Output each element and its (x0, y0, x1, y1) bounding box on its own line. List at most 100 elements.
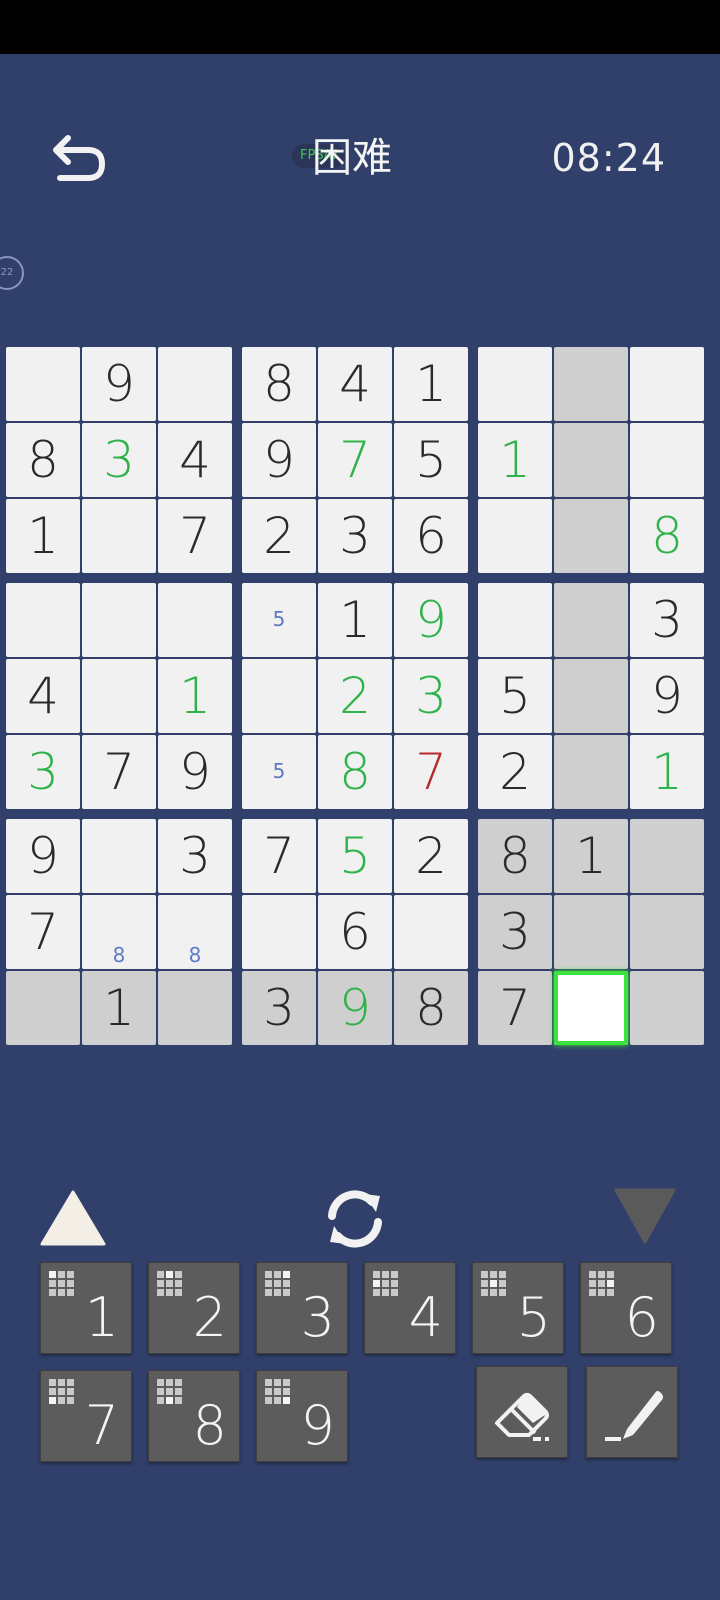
cell-r6c8[interactable] (554, 735, 628, 809)
cell-r2c5[interactable]: 7 (318, 423, 392, 497)
number-key-6[interactable]: 6 (580, 1262, 672, 1354)
down-button[interactable] (612, 1186, 678, 1248)
cell-r1c2[interactable]: 9 (82, 347, 156, 421)
cell-r7c8[interactable]: 1 (554, 819, 628, 893)
number-key-3[interactable]: 3 (256, 1262, 348, 1354)
cell-r6c9[interactable]: 1 (630, 735, 704, 809)
cell-r8c3[interactable]: 8 (158, 895, 232, 969)
number-key-7[interactable]: 7 (40, 1370, 132, 1462)
cell-r8c8[interactable] (554, 895, 628, 969)
cell-r1c8[interactable] (554, 347, 628, 421)
cell-digit: 5 (339, 827, 371, 885)
cell-r4c4[interactable]: 5 (242, 583, 316, 657)
cell-r5c6[interactable]: 3 (394, 659, 468, 733)
cell-r1c6[interactable]: 1 (394, 347, 468, 421)
cell-r4c7[interactable] (478, 583, 552, 657)
cell-r1c3[interactable] (158, 347, 232, 421)
number-key-8[interactable]: 8 (148, 1370, 240, 1462)
refresh-button[interactable] (320, 1186, 390, 1252)
cell-r7c3[interactable]: 3 (158, 819, 232, 893)
cell-digit: 7 (499, 979, 531, 1037)
cell-r7c1[interactable]: 9 (6, 819, 80, 893)
number-key-1[interactable]: 1 (40, 1262, 132, 1354)
mini-grid-icon (373, 1271, 398, 1296)
cell-r6c1[interactable]: 3 (6, 735, 80, 809)
cell-r4c1[interactable] (6, 583, 80, 657)
cell-r7c2[interactable] (82, 819, 156, 893)
number-key-4[interactable]: 4 (364, 1262, 456, 1354)
cell-r9c4[interactable]: 3 (242, 971, 316, 1045)
cell-r4c5[interactable]: 1 (318, 583, 392, 657)
cell-r6c6[interactable]: 7 (394, 735, 468, 809)
cell-r9c5[interactable]: 9 (318, 971, 392, 1045)
cell-r3c8[interactable] (554, 499, 628, 573)
cell-r3c7[interactable] (478, 499, 552, 573)
eraser-button[interactable] (476, 1366, 568, 1458)
cell-r5c9[interactable]: 9 (630, 659, 704, 733)
cell-r5c4[interactable] (242, 659, 316, 733)
cell-r8c7[interactable]: 3 (478, 895, 552, 969)
cell-r3c1[interactable]: 1 (6, 499, 80, 573)
cell-r9c2[interactable]: 1 (82, 971, 156, 1045)
number-key-9[interactable]: 9 (256, 1370, 348, 1462)
cell-r7c5[interactable]: 5 (318, 819, 392, 893)
cell-r8c9[interactable] (630, 895, 704, 969)
cell-r2c7[interactable]: 1 (478, 423, 552, 497)
number-key-label: 2 (192, 1286, 227, 1349)
number-key-5[interactable]: 5 (472, 1262, 564, 1354)
cell-r4c2[interactable] (82, 583, 156, 657)
cell-r5c2[interactable] (82, 659, 156, 733)
cell-r4c8[interactable] (554, 583, 628, 657)
cell-r2c6[interactable]: 5 (394, 423, 468, 497)
cell-r7c6[interactable]: 2 (394, 819, 468, 893)
cell-r9c3[interactable] (158, 971, 232, 1045)
cell-r5c7[interactable]: 5 (478, 659, 552, 733)
cell-r4c6[interactable]: 9 (394, 583, 468, 657)
cell-r9c7[interactable]: 7 (478, 971, 552, 1045)
cell-r6c7[interactable]: 2 (478, 735, 552, 809)
cell-r6c4[interactable]: 5 (242, 735, 316, 809)
cell-r2c3[interactable]: 4 (158, 423, 232, 497)
up-button[interactable] (38, 1188, 108, 1248)
cell-r3c2[interactable] (82, 499, 156, 573)
cell-r2c4[interactable]: 9 (242, 423, 316, 497)
cell-r3c3[interactable]: 7 (158, 499, 232, 573)
cell-digit: 1 (651, 743, 683, 801)
cell-r3c9[interactable]: 8 (630, 499, 704, 573)
cell-r1c9[interactable] (630, 347, 704, 421)
cell-r5c3[interactable]: 1 (158, 659, 232, 733)
cell-r9c1[interactable] (6, 971, 80, 1045)
cell-r4c9[interactable]: 3 (630, 583, 704, 657)
number-key-2[interactable]: 2 (148, 1262, 240, 1354)
cell-r8c2[interactable]: 8 (82, 895, 156, 969)
cell-r3c4[interactable]: 2 (242, 499, 316, 573)
cell-r4c3[interactable] (158, 583, 232, 657)
cell-r2c9[interactable] (630, 423, 704, 497)
cell-r8c6[interactable] (394, 895, 468, 969)
cell-r1c7[interactable] (478, 347, 552, 421)
cell-r2c8[interactable] (554, 423, 628, 497)
cell-r6c5[interactable]: 8 (318, 735, 392, 809)
cell-r2c1[interactable]: 8 (6, 423, 80, 497)
cell-r9c9[interactable] (630, 971, 704, 1045)
cell-r3c5[interactable]: 3 (318, 499, 392, 573)
cell-r1c4[interactable]: 8 (242, 347, 316, 421)
cell-r6c3[interactable]: 9 (158, 735, 232, 809)
cell-r1c1[interactable] (6, 347, 80, 421)
cell-r8c5[interactable]: 6 (318, 895, 392, 969)
cell-r9c8[interactable] (554, 971, 628, 1045)
cell-r2c2[interactable]: 3 (82, 423, 156, 497)
cell-r6c2[interactable]: 7 (82, 735, 156, 809)
pencil-button[interactable] (586, 1366, 678, 1458)
cell-r8c1[interactable]: 7 (6, 895, 80, 969)
cell-r3c6[interactable]: 6 (394, 499, 468, 573)
cell-r7c9[interactable] (630, 819, 704, 893)
cell-r5c5[interactable]: 2 (318, 659, 392, 733)
cell-r5c8[interactable] (554, 659, 628, 733)
cell-r8c4[interactable] (242, 895, 316, 969)
cell-r9c6[interactable]: 8 (394, 971, 468, 1045)
cell-r1c5[interactable]: 4 (318, 347, 392, 421)
cell-r7c7[interactable]: 8 (478, 819, 552, 893)
cell-r5c1[interactable]: 4 (6, 659, 80, 733)
cell-r7c4[interactable]: 7 (242, 819, 316, 893)
